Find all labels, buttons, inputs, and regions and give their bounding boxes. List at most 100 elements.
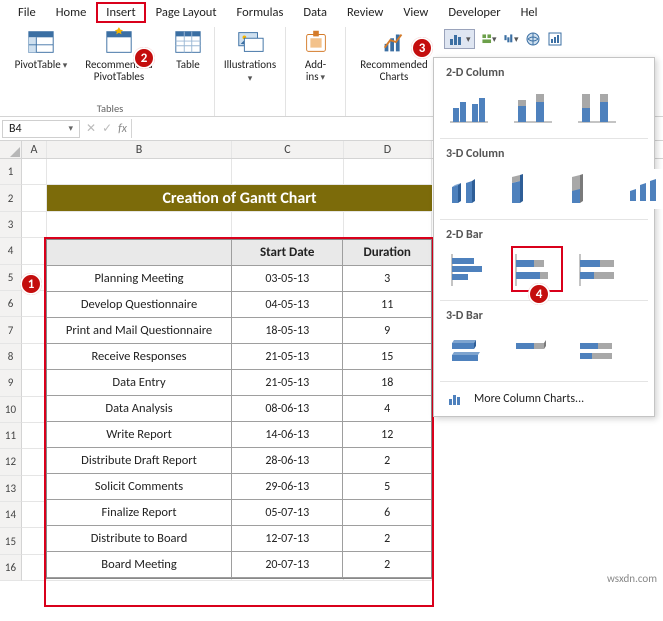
row-header[interactable]: 7 <box>0 317 22 343</box>
cell[interactable] <box>22 555 47 581</box>
cell[interactable] <box>22 476 47 502</box>
row-header[interactable]: 5 <box>0 265 22 291</box>
row-header[interactable]: 10 <box>0 397 22 423</box>
row-header[interactable]: 8 <box>0 344 22 370</box>
col-header[interactable]: B <box>47 141 232 158</box>
more-column-charts[interactable]: More Column Charts... <box>434 382 654 416</box>
cell[interactable] <box>22 502 47 528</box>
clustered-column-icon[interactable] <box>446 88 492 128</box>
row-header[interactable]: 15 <box>0 528 22 554</box>
table-button[interactable]: Table <box>168 27 208 71</box>
cell[interactable] <box>344 159 432 185</box>
row-header[interactable]: 6 <box>0 291 22 317</box>
col-header[interactable]: C <box>232 141 344 158</box>
menu-tab-data[interactable]: Data <box>293 2 337 23</box>
table-row[interactable]: Receive Responses21-05-1315 <box>47 344 431 370</box>
badge-1: 1 <box>20 273 42 295</box>
table-row[interactable]: Distribute Draft Report28-06-132 <box>47 448 431 474</box>
cell[interactable] <box>22 397 47 423</box>
menu-tab-home[interactable]: Home <box>46 2 97 23</box>
row-header[interactable]: 2 <box>0 185 22 211</box>
fx-icon[interactable]: fx <box>118 122 127 136</box>
watermark: wsxdn.com <box>607 572 657 585</box>
pivottable-button[interactable]: PivotTable <box>12 27 70 72</box>
cell[interactable] <box>22 212 47 238</box>
cell-task: Receive Responses <box>47 344 232 370</box>
cell[interactable] <box>22 344 47 370</box>
cell[interactable] <box>344 212 432 238</box>
table-row[interactable]: Distribute to Board12-07-132 <box>47 526 431 552</box>
row-header[interactable]: 11 <box>0 423 22 449</box>
table-row[interactable]: Data Entry21-05-1318 <box>47 370 431 396</box>
table-row[interactable]: Print and Mail Questionnaire18-05-139 <box>47 318 431 344</box>
row-header[interactable]: 1 <box>0 159 22 185</box>
table-row[interactable]: Finalize Report05-07-136 <box>47 500 431 526</box>
3d-100-stacked-column-icon[interactable] <box>566 169 608 209</box>
menu-tab-developer[interactable]: Developer <box>438 2 510 23</box>
name-box[interactable]: B4 ▾ <box>2 120 80 138</box>
cell[interactable] <box>22 370 47 396</box>
row-header[interactable]: 16 <box>0 555 22 581</box>
cell[interactable] <box>22 185 47 211</box>
menu-tab-formulas[interactable]: Formulas <box>227 2 294 23</box>
row-header[interactable]: 4 <box>0 238 22 264</box>
clustered-bar-icon[interactable] <box>446 250 492 290</box>
insert-column-chart-button[interactable]: ▾ <box>444 29 475 49</box>
cell[interactable] <box>232 212 344 238</box>
cell[interactable] <box>47 212 232 238</box>
col-header[interactable]: D <box>344 141 432 158</box>
cell[interactable] <box>22 423 47 449</box>
maps-button[interactable] <box>525 31 541 47</box>
insert-waterfall-button[interactable]: ▾ <box>503 31 519 47</box>
cell[interactable] <box>232 159 344 185</box>
menu-tab-page-layout[interactable]: Page Layout <box>146 2 227 23</box>
table-row[interactable]: Write Report14-06-1312 <box>47 422 431 448</box>
cell[interactable] <box>22 159 47 185</box>
cell[interactable] <box>22 238 47 264</box>
row-header[interactable]: 13 <box>0 476 22 502</box>
chevron-down-icon: ▾ <box>68 123 73 134</box>
3d-100-stacked-bar-icon[interactable] <box>574 331 620 371</box>
stacked-column-icon[interactable] <box>510 88 556 128</box>
3d-stacked-column-icon[interactable] <box>506 169 548 209</box>
row-header[interactable]: 14 <box>0 502 22 528</box>
table-row[interactable]: Develop Questionnaire04-05-1311 <box>47 292 431 318</box>
100-stacked-column-icon[interactable] <box>574 88 620 128</box>
addins-button[interactable]: Add- ins <box>296 27 336 84</box>
cancel-icon: ✕ <box>86 121 96 136</box>
3d-column-icon[interactable] <box>626 169 663 209</box>
cell-start: 20-07-13 <box>232 552 343 578</box>
pivotchart-button[interactable] <box>547 31 563 47</box>
cell[interactable] <box>22 528 47 554</box>
cell-start: 21-05-13 <box>232 370 343 396</box>
100-stacked-bar-icon[interactable] <box>574 250 620 290</box>
3d-stacked-bar-icon[interactable] <box>510 331 556 371</box>
table-row[interactable]: Solicit Comments29-06-135 <box>47 474 431 500</box>
row-header[interactable]: 3 <box>0 212 22 238</box>
3d-clustered-bar-icon[interactable] <box>446 331 492 371</box>
3d-clustered-column-icon[interactable] <box>446 169 488 209</box>
cell-task: Solicit Comments <box>47 474 232 500</box>
insert-hierarchy-chart-button[interactable]: ▾ <box>481 31 497 47</box>
cell-task: Distribute to Board <box>47 526 232 552</box>
illustrations-button[interactable]: Illustrations <box>221 27 279 85</box>
header-duration: Duration <box>343 240 431 266</box>
table-row[interactable]: Planning Meeting03-05-133 <box>47 266 431 292</box>
col-header[interactable]: A <box>22 141 47 158</box>
menu-tab-review[interactable]: Review <box>337 2 393 23</box>
cell[interactable] <box>22 291 47 317</box>
table-row[interactable]: Board Meeting20-07-132 <box>47 552 431 578</box>
menu-tab-view[interactable]: View <box>393 2 438 23</box>
cell-duration: 6 <box>343 500 431 526</box>
cell[interactable] <box>22 317 47 343</box>
select-all-corner[interactable] <box>0 141 22 158</box>
menu-tab-hel[interactable]: Hel <box>511 2 548 23</box>
cell[interactable] <box>47 159 232 185</box>
menu-tab-file[interactable]: File <box>8 2 46 23</box>
cell[interactable] <box>22 449 47 475</box>
row-header[interactable]: 9 <box>0 370 22 396</box>
table-row[interactable]: Data Analysis08-06-134 <box>47 396 431 422</box>
row-header[interactable]: 12 <box>0 449 22 475</box>
menu-tab-insert[interactable]: Insert <box>96 2 145 23</box>
illustrations-label: Illustrations <box>221 59 279 85</box>
